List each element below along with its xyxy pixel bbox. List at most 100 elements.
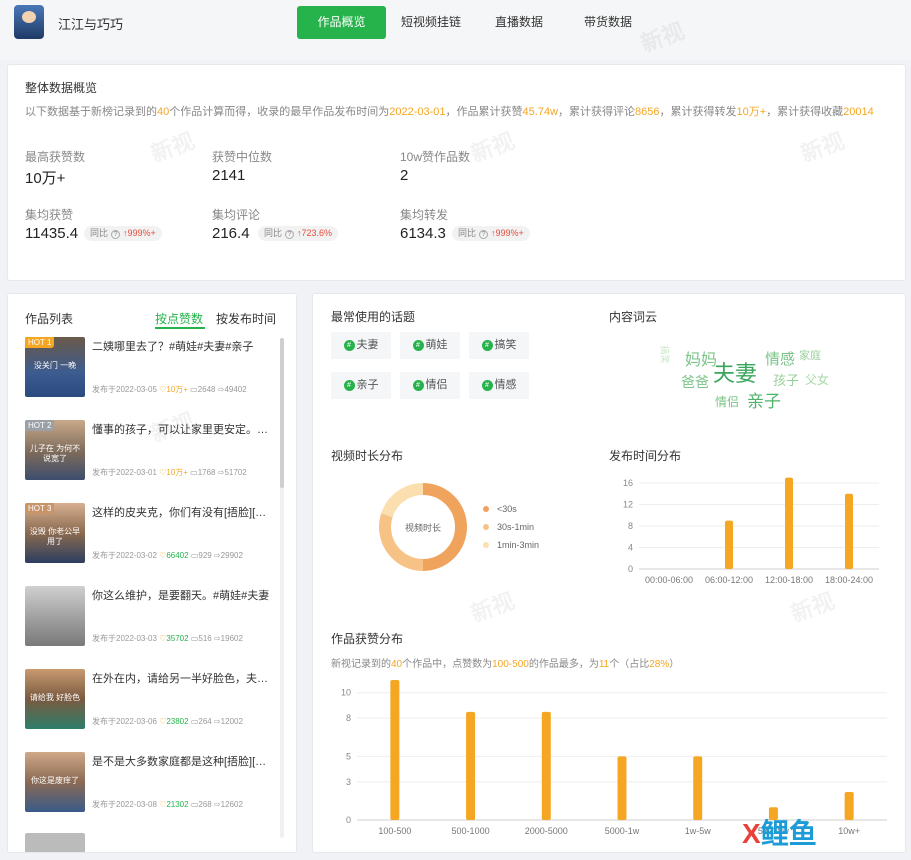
works-list-title: 作品列表: [25, 312, 74, 326]
bar-12:00-18:00[interactable]: [785, 477, 793, 569]
y-tick-label: 3: [346, 777, 351, 787]
x-tick-label: 1w-5w: [685, 826, 712, 836]
thumbnail-caption: 儿子在 为何不说宽了: [29, 444, 81, 463]
bar-100-500[interactable]: [390, 680, 400, 820]
account-avatar[interactable]: [14, 5, 44, 39]
bar-1w-5w[interactable]: [693, 756, 703, 820]
cloud-word: 亲子: [747, 392, 781, 411]
work-date: 发布于2022-03-08: [92, 800, 157, 809]
comment-icon: ▭: [190, 468, 198, 477]
work-item[interactable]: HOT 1 没关门 一晚 二姨哪里去了？#萌娃#夫妻#亲子 发布于2022-03…: [25, 337, 275, 397]
bar-18:00-24:00[interactable]: [845, 493, 853, 569]
analytics-panel: 最常使用的话题 # 夫妻 # 萌娃 # 搞笑 # 亲子 # 情侣 # 情感 内容词云 夫妻 …: [312, 293, 906, 853]
tab-live-data[interactable]: 直播数据: [487, 6, 551, 39]
cloud-word: 父女: [805, 373, 830, 387]
metric-label-10w-works: 10w赞作品数: [400, 150, 471, 164]
list-scrollbar[interactable]: [280, 338, 284, 838]
work-item[interactable]: HOT 3 没毁 你老公早用了 这样的皮夹克，你们有没有[捂脸][捂... 发布…: [25, 503, 275, 563]
scrollbar-thumb[interactable]: [280, 338, 284, 488]
legend-dot: [483, 542, 489, 548]
work-title[interactable]: 是不是大多数家庭都是这种[捂脸][捂...: [92, 753, 272, 769]
metric-label-avg-shares: 集均转发: [400, 208, 449, 222]
work-comments: 2648: [197, 385, 216, 394]
yoy-label: 同比: [458, 228, 477, 238]
thumbnail-caption: 你这是废痒了: [31, 776, 79, 785]
legend-dot: [483, 524, 489, 530]
cloud-word: 情感: [765, 351, 796, 368]
work-thumbnail[interactable]: HOT 1 没关门 一晚: [25, 337, 85, 397]
top-header: 江江与巧巧 作品概览 短视频挂链 直播数据 带货数据: [0, 0, 911, 60]
tab-sales-data[interactable]: 带货数据: [576, 6, 640, 39]
cloud-word: 情侣: [715, 395, 740, 409]
work-meta: 发布于2022-03-08 ♡21302 ▭268 ⇨12602: [92, 799, 243, 810]
help-icon[interactable]: ?: [285, 230, 295, 239]
metric-value-avg-comments: 216.4: [212, 225, 250, 242]
sort-by-time-tab[interactable]: 按发布时间: [216, 310, 276, 327]
hashtag-icon: #: [343, 339, 355, 351]
y-tick-label: 16: [623, 478, 633, 488]
bar-06:00-12:00[interactable]: [725, 520, 733, 569]
work-title[interactable]: 二姨哪里去了？#萌娃#夫妻#亲子: [92, 338, 272, 354]
topic-tag[interactable]: # 夫妻: [331, 332, 391, 359]
work-date: 发布于2022-03-06: [92, 717, 157, 726]
topic-tag[interactable]: # 情侣: [400, 372, 460, 399]
work-thumbnail[interactable]: [25, 833, 85, 852]
work-thumbnail[interactable]: [25, 586, 85, 646]
topic-tag[interactable]: # 情感: [469, 372, 529, 399]
work-thumbnail[interactable]: HOT 3 没毁 你老公早用了: [25, 503, 85, 563]
topic-label: 情侣: [425, 379, 448, 391]
legend-dot: [483, 506, 489, 512]
tab-short-video-links[interactable]: 短视频挂链: [395, 6, 467, 39]
subtitle-pct: 28%: [649, 659, 670, 670]
help-icon[interactable]: ?: [479, 230, 489, 239]
legend-label: <30s: [497, 504, 517, 514]
work-item[interactable]: [25, 833, 275, 852]
comment-icon: ▭: [190, 385, 198, 394]
work-item[interactable]: 你这是废痒了 是不是大多数家庭都是这种[捂脸][捂... 发布于2022-03-…: [25, 752, 275, 812]
work-title[interactable]: 这样的皮夹克，你们有没有[捂脸][捂...: [92, 504, 272, 520]
yoy-label: 同比: [90, 228, 109, 238]
likes-distribution-title: 作品获赞分布: [331, 632, 404, 646]
work-item[interactable]: HOT 2 儿子在 为何不说宽了 懂事的孩子，可以让家里更安定。#... 发布于…: [25, 420, 275, 480]
yoy-value: 999%+: [495, 228, 524, 238]
word-cloud-title: 内容词云: [609, 310, 658, 324]
help-icon[interactable]: ?: [111, 230, 121, 239]
topic-tag[interactable]: # 搞笑: [469, 332, 529, 359]
work-likes: 10万+: [166, 468, 188, 477]
brand-logo: X鲤鱼: [742, 818, 817, 849]
tab-works-overview[interactable]: 作品概览: [297, 6, 386, 39]
hashtag-icon: #: [343, 379, 355, 391]
work-item[interactable]: 你这么维护，是要翻天。#萌娃#夫妻 发布于2022-03-03 ♡35702 ▭…: [25, 586, 275, 646]
topic-tag[interactable]: # 萌娃: [400, 332, 460, 359]
metric-value-max-likes: 10万+: [25, 170, 66, 187]
work-title[interactable]: 你这么维护，是要翻天。#萌娃#夫妻: [92, 587, 272, 603]
share-icon: ⇨: [213, 800, 221, 809]
bar-2000-5000[interactable]: [541, 711, 551, 820]
bar-10w+[interactable]: [844, 792, 854, 820]
topic-label: 情感: [494, 379, 517, 391]
summary-earliest-date: 2022-03-01: [389, 106, 446, 118]
hashtag-icon: #: [412, 339, 424, 351]
summary-works-count: 40: [157, 106, 170, 118]
x-tick-label: 5000-1w: [605, 826, 640, 836]
work-thumbnail[interactable]: 你这是废痒了: [25, 752, 85, 812]
sort-by-likes-tab[interactable]: 按点赞数: [155, 310, 203, 327]
topic-tag[interactable]: # 亲子: [331, 372, 391, 399]
metric-value-10w-works: 2: [400, 167, 409, 184]
donut-legend-item: 1min-3min: [483, 540, 539, 550]
work-title[interactable]: 在外在内，请给另一半好脸色，夫妻...: [92, 670, 272, 686]
metric-label-max-likes: 最高获赞数: [25, 150, 86, 164]
x-tick-label: 00:00-06:00: [645, 575, 693, 585]
summary-likes: 45.74w: [522, 106, 559, 118]
work-item[interactable]: 请给我 好脸色 在外在内，请给另一半好脸色，夫妻... 发布于2022-03-0…: [25, 669, 275, 729]
work-thumbnail[interactable]: HOT 2 儿子在 为何不说宽了: [25, 420, 85, 480]
yoy-badge: 同比? ↑999%+: [84, 226, 162, 241]
publish-time-chart-title: 发布时间分布: [609, 449, 682, 463]
y-tick-label: 0: [628, 564, 633, 574]
overview-title: 整体数据概览: [25, 81, 98, 95]
bar-500-1000[interactable]: [466, 711, 476, 820]
subtitle-range: 100-500: [492, 659, 529, 670]
work-title[interactable]: 懂事的孩子，可以让家里更安定。#...: [92, 421, 272, 437]
bar-5000-1w[interactable]: [617, 756, 627, 820]
work-thumbnail[interactable]: 请给我 好脸色: [25, 669, 85, 729]
